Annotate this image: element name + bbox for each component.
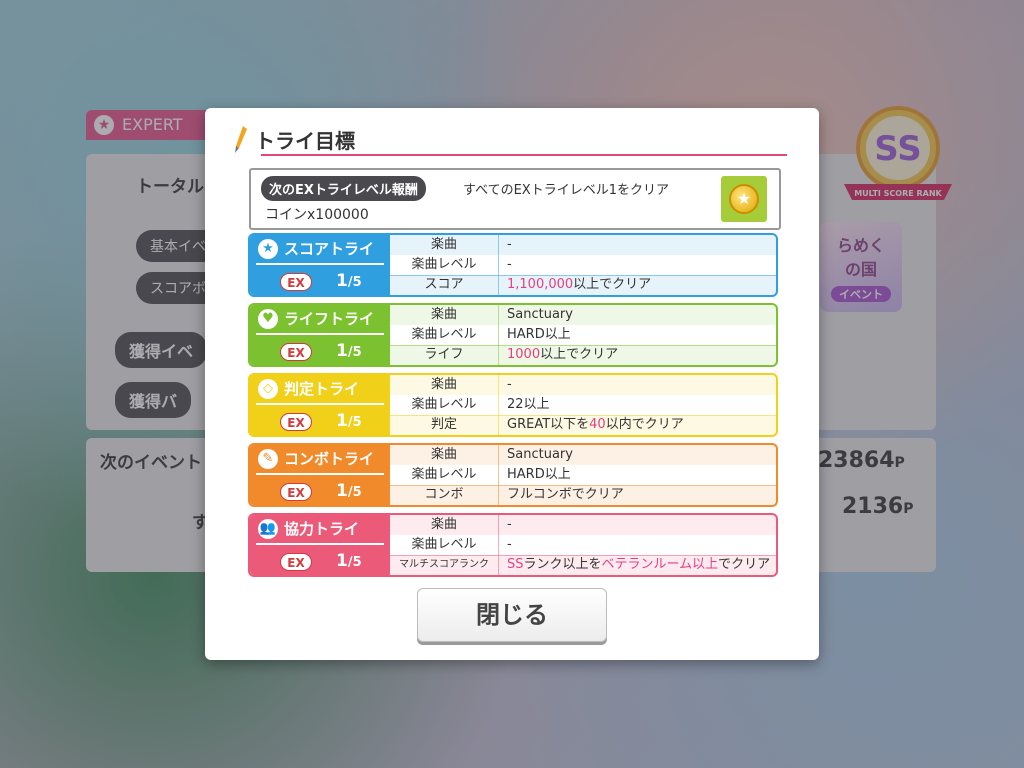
- condition-value: -: [507, 377, 512, 392]
- condition-value: HARD以上: [507, 467, 571, 482]
- try-name: ✎ コンボトライ: [258, 447, 374, 471]
- reward-tag: 次のEXトライレベル報酬: [261, 176, 426, 201]
- try-table: 楽曲 Sanctuary 楽曲レベル HARD以上 ライフ 1000以上でクリア: [390, 305, 776, 365]
- condition-value: 1,100,000以上でクリア: [507, 277, 652, 292]
- condition-key: 楽曲: [390, 515, 499, 535]
- condition-value: GREAT以下を40以内でクリア: [507, 417, 684, 432]
- ex-badge: EX: [280, 483, 312, 501]
- condition-key: 楽曲: [390, 445, 499, 465]
- title-divider: [261, 154, 787, 156]
- ex-badge: EX: [280, 413, 312, 431]
- try-condition-row: マルチスコアランク SSランク以上をベテランルーム以上でクリア: [390, 555, 776, 575]
- ex-badge: EX: [280, 273, 312, 291]
- reward-box: 次のEXトライレベル報酬 すべてのEXトライレベル1をクリア コインx10000…: [249, 168, 781, 230]
- people-icon: 👥: [258, 519, 278, 539]
- condition-key: 楽曲レベル: [390, 535, 499, 555]
- try-progress: 1/5: [336, 551, 362, 571]
- try-table: 楽曲 - 楽曲レベル 22以上 判定 GREAT以下を40以内でクリア: [390, 375, 776, 435]
- coin-icon: ★: [721, 176, 767, 222]
- try-header: ♥ ライフトライ EX 1/5: [250, 305, 390, 365]
- try-condition-row: 楽曲レベル -: [390, 255, 776, 276]
- condition-key: 楽曲レベル: [390, 465, 499, 485]
- try-header: ◇ 判定トライ EX 1/5: [250, 375, 390, 435]
- try-condition-row: 楽曲 -: [390, 235, 776, 256]
- try-table: 楽曲 Sanctuary 楽曲レベル HARD以上 コンボ フルコンボでクリア: [390, 445, 776, 505]
- diamond-icon: ◇: [258, 379, 278, 399]
- condition-key: ライフ: [390, 345, 499, 365]
- try-condition-row: 楽曲レベル -: [390, 535, 776, 556]
- try-progress: 1/5: [336, 481, 362, 501]
- try-condition-row: コンボ フルコンボでクリア: [390, 485, 776, 505]
- condition-key: 判定: [390, 415, 499, 435]
- try-underline: [256, 543, 384, 545]
- try-row: ◇ 判定トライ EX 1/5 楽曲 - 楽曲レベル 22以上 判定 GREAT以下を40以内でクリ…: [248, 373, 778, 437]
- condition-key: スコア: [390, 275, 499, 295]
- condition-value: HARD以上: [507, 327, 571, 342]
- reward-condition: すべてのEXトライレベル1をクリア: [463, 183, 669, 198]
- try-progress: 1/5: [336, 271, 362, 291]
- condition-key: 楽曲: [390, 375, 499, 395]
- condition-value: 1000以上でクリア: [507, 347, 619, 362]
- try-name: ★ スコアトライ: [258, 237, 374, 261]
- condition-key: 楽曲: [390, 235, 499, 255]
- condition-value: フルコンボでクリア: [507, 487, 624, 502]
- try-condition-row: 楽曲 Sanctuary: [390, 445, 776, 466]
- try-underline: [256, 473, 384, 475]
- try-name: ◇ 判定トライ: [258, 377, 359, 401]
- condition-value: SSランク以上をベテランルーム以上でクリア: [507, 557, 771, 572]
- ex-badge: EX: [280, 343, 312, 361]
- try-condition-row: 楽曲レベル HARD以上: [390, 325, 776, 346]
- try-condition-row: スコア 1,100,000以上でクリア: [390, 275, 776, 295]
- condition-key: マルチスコアランク: [390, 555, 499, 575]
- condition-value: 22以上: [507, 397, 550, 412]
- pen-icon: [235, 126, 247, 153]
- try-progress: 1/5: [336, 341, 362, 361]
- try-name: ♥ ライフトライ: [258, 307, 374, 331]
- try-row: ★ スコアトライ EX 1/5 楽曲 - 楽曲レベル - スコア 1,100,000以上でクリア: [248, 233, 778, 297]
- try-condition-row: 楽曲レベル 22以上: [390, 395, 776, 416]
- try-condition-row: 判定 GREAT以下を40以内でクリア: [390, 415, 776, 435]
- try-condition-row: 楽曲レベル HARD以上: [390, 465, 776, 486]
- try-name: 👥 協力トライ: [258, 519, 360, 539]
- try-condition-row: 楽曲 -: [390, 515, 776, 536]
- try-row: ✎ コンボトライ EX 1/5 楽曲 Sanctuary 楽曲レベル HARD以上 コンボ フルコ…: [248, 443, 778, 507]
- heart-icon: ♥: [258, 309, 278, 329]
- try-header: ✎ コンボトライ EX 1/5: [250, 445, 390, 505]
- try-condition-row: 楽曲 Sanctuary: [390, 305, 776, 326]
- condition-value: -: [507, 517, 512, 532]
- brush-icon: ✎: [258, 449, 278, 469]
- try-table: 楽曲 - 楽曲レベル - スコア 1,100,000以上でクリア: [390, 235, 776, 295]
- try-header: 👥 協力トライ EX 1/5: [250, 515, 390, 575]
- condition-value: -: [507, 237, 512, 252]
- condition-key: 楽曲レベル: [390, 325, 499, 345]
- try-underline: [256, 263, 384, 265]
- condition-value: Sanctuary: [507, 307, 573, 322]
- try-condition-row: ライフ 1000以上でクリア: [390, 345, 776, 365]
- condition-value: -: [507, 257, 512, 272]
- dialog-title: トライ目標: [255, 129, 355, 153]
- try-row: ♥ ライフトライ EX 1/5 楽曲 Sanctuary 楽曲レベル HARD以上 ライフ 100…: [248, 303, 778, 367]
- star-icon: ★: [258, 239, 278, 259]
- try-goal-dialog: トライ目標 次のEXトライレベル報酬 すべてのEXトライレベル1をクリア コイン…: [205, 108, 819, 660]
- try-condition-row: 楽曲 -: [390, 375, 776, 396]
- condition-key: コンボ: [390, 485, 499, 505]
- reward-value: コインx100000: [265, 207, 369, 223]
- close-button[interactable]: 閉じる: [417, 588, 607, 642]
- try-progress: 1/5: [336, 411, 362, 431]
- try-underline: [256, 333, 384, 335]
- condition-key: 楽曲: [390, 305, 499, 325]
- condition-value: -: [507, 537, 512, 552]
- try-table: 楽曲 - 楽曲レベル - マルチスコアランク SSランク以上をベテランルーム以上でクリア: [390, 515, 776, 575]
- condition-value: Sanctuary: [507, 447, 573, 462]
- condition-key: 楽曲レベル: [390, 395, 499, 415]
- condition-key: 楽曲レベル: [390, 255, 499, 275]
- ex-badge: EX: [280, 553, 312, 571]
- try-underline: [256, 403, 384, 405]
- try-header: ★ スコアトライ EX 1/5: [250, 235, 390, 295]
- try-row: 👥 協力トライ EX 1/5 楽曲 - 楽曲レベル - マルチスコアランク SSランク以上をベテラ…: [248, 513, 778, 577]
